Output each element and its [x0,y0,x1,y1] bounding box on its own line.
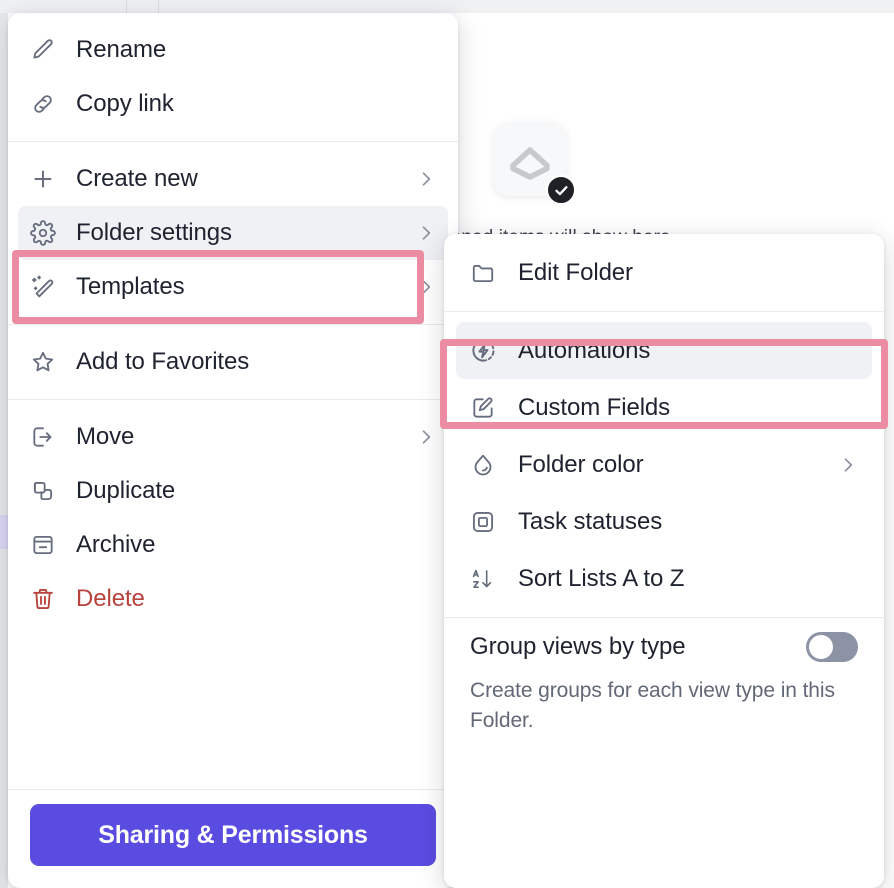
menu-item-label: Duplicate [76,477,176,504]
menu-item-label: Create new [76,165,198,192]
star-icon [30,348,60,376]
menu-item-folder-settings[interactable]: Folder settings [18,206,448,260]
link-icon [30,90,60,118]
sharing-and-permissions-button[interactable]: Sharing & Permissions [30,804,436,866]
automations-bolt-icon [470,337,500,365]
menu-item-label: Copy link [76,90,174,117]
submenu-item-folder-color[interactable]: Folder color [456,436,872,493]
submenu-section-settings: Automations Custom Fields Folder color T… [444,312,884,617]
recent-items-logo [493,122,576,205]
submenu-item-task-statuses[interactable]: Task statuses [456,493,872,550]
pencil-icon [30,36,60,64]
move-out-icon [30,423,60,451]
app-screen: pened items will show here Rename [0,0,894,888]
submenu-item-label: Sort Lists A to Z [518,564,685,592]
menu-item-templates[interactable]: Templates [18,260,448,314]
background-topbar [0,0,894,13]
clickup-logo-icon [507,137,553,181]
menu-item-label: Move [76,423,135,450]
menu-section-favorites: Add to Favorites [8,325,458,399]
menu-item-duplicate[interactable]: Duplicate [18,464,448,518]
context-menu-footer: Sharing & Permissions [8,789,458,888]
menu-item-archive[interactable]: Archive [18,518,448,572]
background-sidebar [0,13,8,888]
menu-item-label: Delete [76,585,145,612]
plus-icon [30,165,60,193]
submenu-item-label: Folder color [518,450,644,478]
group-views-by-type-row[interactable]: Group views by type [470,632,858,662]
submenu-item-label: Task statuses [518,507,663,535]
menu-section-basic: Rename Copy link [8,13,458,141]
submenu-item-automations[interactable]: Automations [456,322,872,379]
menu-item-label: Folder settings [76,219,232,246]
magic-wand-icon [30,273,60,301]
folder-context-menu: Rename Copy link Create new Folder setti… [8,13,458,888]
gear-icon [30,219,60,247]
submenu-item-label: Edit Folder [518,258,633,286]
submenu-item-sort-lists-a-to-z[interactable]: Sort Lists A to Z [456,550,872,607]
menu-item-label: Rename [76,36,167,63]
chevron-right-icon [416,169,436,189]
menu-item-label: Templates [76,273,185,300]
group-views-by-type-toggle[interactable] [806,632,858,662]
submenu-item-label: Automations [518,336,651,364]
status-square-icon [470,508,500,536]
submenu-section-edit: Edit Folder [444,234,884,311]
menu-section-manage: Move Duplicate Archive Delete [8,400,458,636]
background-divider [126,0,127,13]
menu-item-label: Add to Favorites [76,348,250,375]
menu-item-copy-link[interactable]: Copy link [18,77,448,131]
menu-item-delete[interactable]: Delete [18,572,448,626]
background-divider [158,0,159,13]
chevron-right-icon [838,455,858,475]
trash-icon [30,585,60,613]
archive-icon [30,531,60,559]
chevron-right-icon [416,277,436,297]
folder-icon [470,259,500,287]
sort-az-icon [470,565,500,593]
group-views-by-type-block: Group views by type Create groups for ea… [444,618,884,756]
droplet-icon [470,451,500,479]
check-circle-icon [546,175,576,205]
background-sidebar-selected-item [0,515,8,549]
chevron-right-icon [416,427,436,447]
menu-section-settings: Create new Folder settings Templates [8,142,458,324]
menu-item-add-to-favorites[interactable]: Add to Favorites [18,335,448,389]
group-views-by-type-label: Group views by type [470,633,686,660]
chevron-right-icon [416,223,436,243]
menu-item-move[interactable]: Move [18,410,448,464]
duplicate-icon [30,477,60,505]
menu-item-label: Archive [76,531,156,558]
menu-item-rename[interactable]: Rename [18,23,448,77]
submenu-item-custom-fields[interactable]: Custom Fields [456,379,872,436]
group-views-by-type-description: Create groups for each view type in this… [470,679,835,732]
edit-square-icon [470,394,500,422]
toggle-knob [809,635,833,659]
menu-item-create-new[interactable]: Create new [18,152,448,206]
folder-settings-submenu: Edit Folder Automations Custom Fields Fo… [444,234,884,888]
submenu-item-edit-folder[interactable]: Edit Folder [456,244,872,301]
submenu-item-label: Custom Fields [518,393,671,421]
